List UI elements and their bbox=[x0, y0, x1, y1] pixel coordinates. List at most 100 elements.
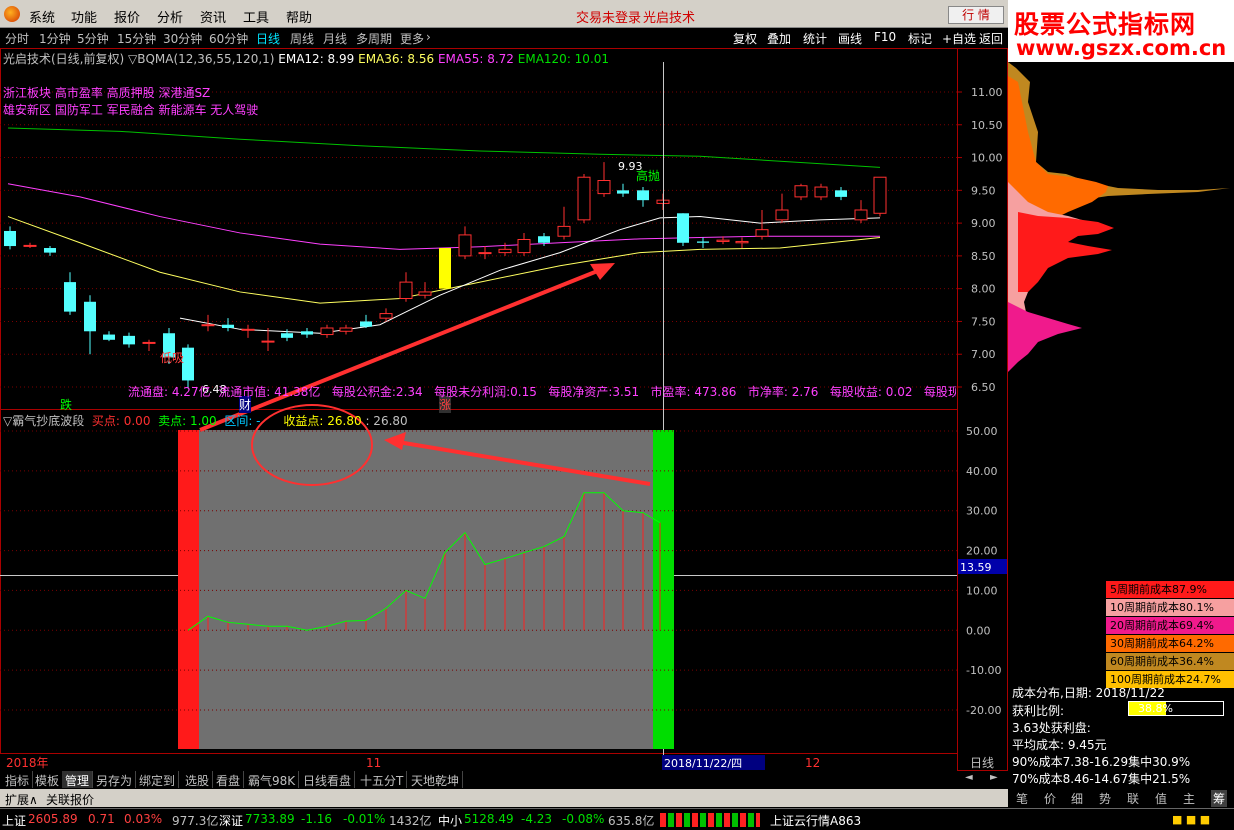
rp-btn-bi[interactable]: 笔 bbox=[1016, 790, 1028, 807]
sell-zone-bar bbox=[653, 430, 674, 749]
btn-adjust[interactable]: 复权 bbox=[733, 30, 757, 47]
menu-quote[interactable]: 报价 bbox=[114, 7, 140, 26]
rp-btn-value[interactable]: 值 bbox=[1155, 790, 1167, 807]
rp-btn-price[interactable]: 价 bbox=[1044, 790, 1056, 807]
tab-monthly[interactable]: 月线 bbox=[323, 30, 347, 47]
buy-point-value: 买点: 0.00 bbox=[91, 414, 151, 428]
candle-body-up bbox=[597, 180, 611, 195]
candle-body-up bbox=[379, 313, 393, 319]
tab-bind-to[interactable]: 绑定到 bbox=[136, 771, 180, 788]
menu-help[interactable]: 帮助 bbox=[286, 7, 312, 26]
tab-manage[interactable]: 管理 bbox=[62, 771, 94, 788]
candle-body-down bbox=[301, 331, 313, 335]
zx-index-amount: 635.8亿 bbox=[608, 814, 655, 828]
sub-indicator-title[interactable]: ▽霸气抄底波段 bbox=[3, 414, 84, 428]
axis-month-12: 12 bbox=[805, 756, 820, 770]
tab-1min[interactable]: 1分钟 bbox=[39, 30, 71, 47]
zx-index-change: -4.23 bbox=[521, 812, 553, 826]
candle-body-up bbox=[241, 328, 255, 331]
candle-body-up bbox=[735, 240, 749, 244]
sh-index-name[interactable]: 上证 bbox=[2, 812, 26, 829]
sz-index-name[interactable]: 深证 bbox=[219, 812, 243, 829]
rp-btn-detail[interactable]: 细 bbox=[1071, 790, 1083, 807]
chip-layer-5 bbox=[1008, 302, 1082, 372]
tab-intraday[interactable]: 分时 bbox=[5, 30, 29, 47]
candle-body-up bbox=[814, 186, 828, 198]
candle-body-up bbox=[577, 176, 591, 221]
tab-multi-period[interactable]: 多周期 bbox=[356, 30, 392, 47]
tab-15min[interactable]: 15分钟 bbox=[117, 30, 156, 47]
menu-analysis[interactable]: 分析 bbox=[157, 7, 183, 26]
ema55-value: EMA55: 8.72 bbox=[437, 52, 514, 66]
moving-average-lines bbox=[7, 127, 881, 334]
tab-stock-select[interactable]: 选股 bbox=[182, 771, 214, 788]
pe-ratio: 市盈率: 473.86 bbox=[650, 385, 737, 399]
tab-baqi-98k[interactable]: 霸气98K bbox=[245, 771, 300, 788]
tab-weekly[interactable]: 周线 bbox=[290, 30, 314, 47]
tab-daily[interactable]: 日线 bbox=[256, 30, 280, 47]
indicator-name[interactable]: ▽BQMA(12,36,55,120,1) bbox=[128, 52, 274, 66]
ema36-value: EMA36: 8.56 bbox=[358, 52, 435, 66]
mode-button[interactable]: 行 情 bbox=[948, 6, 1004, 24]
candle-body-up bbox=[775, 209, 789, 221]
btn-back[interactable]: 返回 bbox=[979, 30, 1003, 47]
scroll-right-icon[interactable]: ► bbox=[990, 772, 998, 783]
candle-body-up bbox=[517, 239, 531, 254]
cloud-quote-status[interactable]: 上证云行情A863 bbox=[770, 812, 861, 829]
kline-chart[interactable]: 11.00 10.50 10.00 9.50 9.00 8.50 8.00 7.50 7.00 6… bbox=[0, 48, 1008, 771]
related-quote-button[interactable]: 关联报价 bbox=[46, 791, 94, 808]
candle-body-down bbox=[617, 190, 629, 194]
cash-per-share: 每股现金 bbox=[923, 385, 956, 399]
price-tick-label: 9.50 bbox=[971, 184, 996, 197]
price-axis: 11.00 10.50 10.00 9.50 9.00 8.50 8.00 7.50 7.00 6… bbox=[957, 86, 1003, 394]
rp-btn-link[interactable]: 联 bbox=[1127, 790, 1139, 807]
tab-5min[interactable]: 5分钟 bbox=[77, 30, 109, 47]
btn-mark[interactable]: 标记 bbox=[908, 30, 932, 47]
tab-60min[interactable]: 60分钟 bbox=[209, 30, 248, 47]
zx-index-name[interactable]: 中小 bbox=[438, 812, 462, 829]
cost-row-60: 60周期前成本36.4% bbox=[1106, 653, 1234, 670]
btn-overlay[interactable]: 叠加 bbox=[767, 30, 791, 47]
btn-add-watchlist[interactable]: +自选 bbox=[942, 30, 976, 47]
right-panel-buttons: 笔 价 细 势 联 值 主 筹 bbox=[1008, 789, 1234, 808]
status-bar: 上证 2605.89 0.71 0.03% 977.3亿 深证 7733.89 … bbox=[0, 808, 1234, 830]
ema12-line bbox=[179, 216, 881, 334]
tab-more[interactable]: 更多 bbox=[400, 30, 424, 47]
rp-btn-main[interactable]: 主 bbox=[1183, 790, 1195, 807]
cost-row-10-label: 10周期前成本80.1% bbox=[1110, 601, 1214, 614]
tab-watch[interactable]: 看盘 bbox=[213, 771, 245, 788]
candle-body-down bbox=[103, 334, 115, 340]
candle-body-up bbox=[873, 176, 887, 214]
btn-f10[interactable]: F10 bbox=[874, 30, 896, 44]
sz-index-change: -1.16 bbox=[301, 812, 333, 826]
tab-template[interactable]: 模板 bbox=[32, 771, 64, 788]
candle-body-down bbox=[281, 333, 293, 338]
scroll-left-icon[interactable]: ◄ bbox=[965, 772, 973, 783]
btn-draw[interactable]: 画线 bbox=[838, 30, 862, 47]
low-buy-note: 低吸 bbox=[160, 351, 185, 365]
tab-15min-t[interactable]: 十五分T bbox=[357, 771, 408, 788]
menu-system[interactable]: 系统 bbox=[29, 7, 55, 26]
expand-button[interactable]: 扩展∧ bbox=[5, 791, 38, 808]
tab-indicator[interactable]: 指标 bbox=[2, 771, 34, 788]
candle-body-down bbox=[835, 190, 847, 197]
menu-function[interactable]: 功能 bbox=[71, 7, 97, 26]
menu-news[interactable]: 资讯 bbox=[200, 7, 226, 26]
profit-ratio-bar: 38.8% bbox=[1128, 701, 1224, 716]
rp-btn-trend[interactable]: 势 bbox=[1099, 790, 1111, 807]
sub-tick-label: -10.00 bbox=[966, 664, 1001, 677]
tab-tiandi[interactable]: 天地乾坤 bbox=[408, 771, 464, 788]
candle-body-up bbox=[23, 244, 37, 247]
profit-point-extra: : 26.80 bbox=[365, 414, 408, 428]
stock-chart-title[interactable]: 光启技术(日线,前复权) bbox=[3, 52, 124, 66]
candle-body-up bbox=[399, 281, 413, 300]
login-status[interactable]: 交易未登录 bbox=[576, 7, 641, 26]
tab-30min[interactable]: 30分钟 bbox=[163, 30, 202, 47]
rp-btn-chips[interactable]: 筹 bbox=[1211, 790, 1228, 807]
btn-stats[interactable]: 统计 bbox=[803, 30, 827, 47]
tab-save-as[interactable]: 另存为 bbox=[93, 771, 137, 788]
sector-tags-line2: 雄安新区 国防军工 军民融合 新能源车 无人驾驶 bbox=[3, 103, 259, 117]
menu-tools[interactable]: 工具 bbox=[243, 7, 269, 26]
tab-daily-watch[interactable]: 日线看盘 bbox=[300, 771, 356, 788]
avg-cost: 平均成本: 9.45元 bbox=[1012, 738, 1107, 752]
